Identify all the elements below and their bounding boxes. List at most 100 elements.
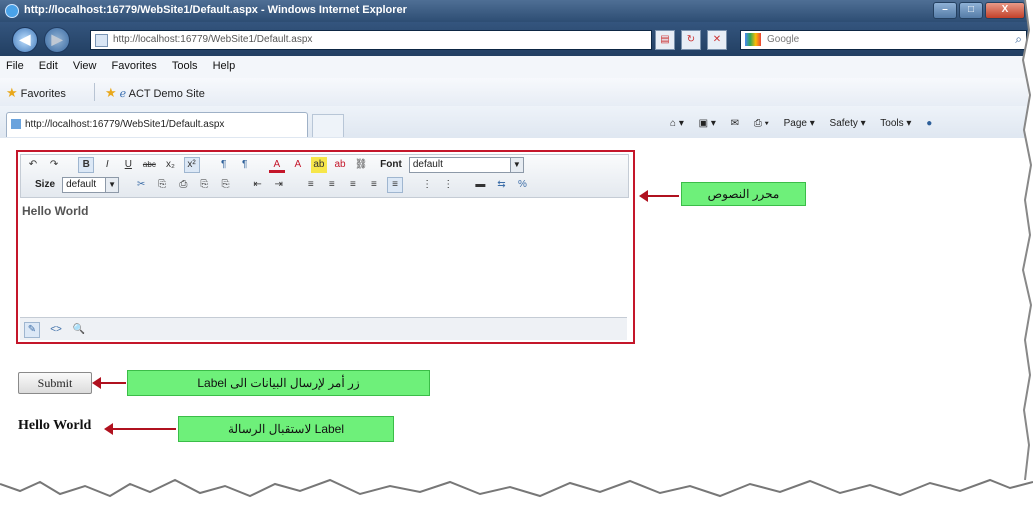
bullet-list-icon[interactable]: ⋮ xyxy=(440,177,456,193)
bold-icon[interactable]: B xyxy=(78,157,95,173)
size-select[interactable]: default ▼ xyxy=(62,177,120,193)
toolbar-row-2: Size default ▼ ✂ ⎘ ⎙ ⎘ ⎘ ⇤ ⇥ ≡ ≡ ≡ ≡ ≡ ⋮… xyxy=(25,177,532,195)
new-tab-button[interactable] xyxy=(312,114,344,137)
paste-icon[interactable]: ⎙ xyxy=(175,177,191,193)
horizontal-rule-icon[interactable]: ▬ xyxy=(472,177,488,193)
redo-icon[interactable]: ↷ xyxy=(46,157,62,173)
ltr-rtl-icon[interactable]: ⇆ xyxy=(493,177,509,193)
favorites-bar: ★ Favorites ★ ℯ ACT Demo Site xyxy=(0,78,1028,107)
tab-default[interactable]: http://localhost:16779/WebSite1/Default.… xyxy=(6,112,308,137)
menu-tools[interactable]: Tools xyxy=(172,60,198,72)
html-editor: ↶ ↷ B I U abc x₂ x² ¶ ¶ A A ab ab ⛓ Font… xyxy=(16,150,635,344)
outdent-icon[interactable]: ⇤ xyxy=(250,177,266,193)
clear-color-icon[interactable]: A xyxy=(290,157,306,173)
command-bar: ⌂ ▾ ▣ ▾ ✉ ⎙ ▾ Page ▾ Safety ▾ Tools ▾ ● xyxy=(670,118,944,129)
copy-icon[interactable]: ⎘ xyxy=(154,177,170,193)
help-icon[interactable]: ● xyxy=(926,118,932,129)
google-logo-icon xyxy=(745,33,761,46)
refresh-icon[interactable]: ↻ xyxy=(681,30,701,50)
back-arrow-icon[interactable]: ◀ xyxy=(12,27,38,53)
menu-edit[interactable]: Edit xyxy=(39,60,58,72)
submit-callout-arrow xyxy=(92,377,126,389)
minimize-button[interactable]: – xyxy=(933,2,957,19)
rtl-icon[interactable]: ¶ xyxy=(237,157,253,173)
back-color-icon[interactable]: ab xyxy=(310,157,327,173)
hyperlink-icon[interactable]: ⛓ xyxy=(353,157,369,173)
size-label: Size xyxy=(35,179,56,190)
paste-word-icon[interactable]: ⎘ xyxy=(217,177,233,193)
menu-help[interactable]: Help xyxy=(213,60,236,72)
font-select[interactable]: default ▼ xyxy=(408,157,524,173)
paste-text-icon[interactable]: ⎘ xyxy=(196,177,212,193)
home-icon[interactable]: ⌂ ▾ xyxy=(670,118,684,129)
result-label: Hello World xyxy=(18,418,92,433)
safety-menu[interactable]: Safety ▾ xyxy=(830,118,866,129)
menu-favorites[interactable]: Favorites xyxy=(112,60,157,72)
address-row: ◀ ▶ http://localhost:16779/WebSite1/Defa… xyxy=(0,22,1028,56)
clear-back-color-icon[interactable]: ab xyxy=(332,157,348,173)
align-right-icon[interactable]: ≡ xyxy=(345,177,361,193)
page-icon xyxy=(95,34,108,47)
ltr-icon[interactable]: ¶ xyxy=(216,157,232,173)
preview-mode-icon[interactable]: 🔍 xyxy=(72,323,86,337)
align-justify-icon[interactable]: ≡ xyxy=(366,177,382,193)
tab-label: http://localhost:16779/WebSite1/Default.… xyxy=(25,119,225,130)
stop-icon[interactable]: ✕ xyxy=(707,30,727,50)
forward-arrow-icon[interactable]: ▶ xyxy=(44,27,70,53)
torn-edge-decoration xyxy=(0,478,1033,511)
tools-menu[interactable]: Tools ▾ xyxy=(880,118,911,129)
page-menu[interactable]: Page ▾ xyxy=(784,118,815,129)
favorites-link-label: ACT Demo Site xyxy=(128,88,205,100)
star-icon: ★ xyxy=(6,85,18,100)
print-icon[interactable]: ⎙ ▾ xyxy=(754,118,769,129)
align-center-icon[interactable]: ≡ xyxy=(324,177,340,193)
align-left-icon[interactable]: ≡ xyxy=(303,177,319,193)
search-placeholder: Google xyxy=(767,34,800,45)
undo-icon[interactable]: ↶ xyxy=(25,157,41,173)
menu-file[interactable]: File xyxy=(6,60,24,72)
tab-row: http://localhost:16779/WebSite1/Default.… xyxy=(0,106,1028,139)
browser-window: http://localhost:16779/WebSite1/Default.… xyxy=(0,0,1028,495)
design-mode-icon[interactable]: ✎ xyxy=(24,322,40,338)
strikethrough-icon[interactable]: abc xyxy=(141,157,157,173)
title-bar: http://localhost:16779/WebSite1/Default.… xyxy=(0,0,1028,22)
cut-icon[interactable]: ✂ xyxy=(133,177,149,193)
compatibility-icon[interactable]: ▤ xyxy=(655,30,675,50)
tab-page-icon xyxy=(11,119,21,129)
search-input[interactable]: Google ⌕ xyxy=(740,30,1027,50)
underline-icon[interactable]: U xyxy=(120,157,136,173)
html-mode-icon[interactable]: <> xyxy=(49,323,63,337)
favorites-button[interactable]: ★ Favorites xyxy=(6,85,66,101)
submit-button[interactable]: Submit xyxy=(18,372,92,394)
editor-mode-bar: ✎ <> 🔍 xyxy=(20,317,627,340)
address-input[interactable]: http://localhost:16779/WebSite1/Default.… xyxy=(90,30,652,50)
superscript-icon[interactable]: x² xyxy=(183,157,200,173)
label-callout-arrow xyxy=(104,423,176,435)
editor-content[interactable]: Hello World xyxy=(22,204,88,218)
size-select-value: default xyxy=(66,179,97,190)
indent-icon[interactable]: ⇥ xyxy=(271,177,287,193)
ie-logo-icon xyxy=(5,4,19,18)
editor-toolbar: ↶ ↷ B I U abc x₂ x² ¶ ¶ A A ab ab ⛓ Font… xyxy=(20,154,629,198)
maximize-button[interactable]: □ xyxy=(959,2,983,19)
editor-callout-arrow xyxy=(639,190,679,202)
chevron-down-icon: ▼ xyxy=(105,178,119,192)
italic-icon[interactable]: I xyxy=(99,157,115,173)
ordered-list-icon[interactable]: ⋮ xyxy=(419,177,435,193)
torn-right-edge-decoration xyxy=(1021,0,1033,480)
menu-bar: File Edit View Favorites Tools Help xyxy=(0,56,1028,79)
chevron-down-icon: ▼ xyxy=(509,158,523,172)
fore-color-icon[interactable]: A xyxy=(268,157,285,173)
window-title: http://localhost:16779/WebSite1/Default.… xyxy=(24,4,407,16)
menu-view[interactable]: View xyxy=(73,60,97,72)
favorites-link-act[interactable]: ★ ℯ ACT Demo Site xyxy=(105,85,205,101)
favorites-divider xyxy=(94,83,95,101)
favorites-label: Favorites xyxy=(20,88,66,100)
subscript-icon[interactable]: x₂ xyxy=(162,157,178,173)
page-content: ↶ ↷ B I U abc x₂ x² ¶ ¶ A A ab ab ⛓ Font… xyxy=(0,138,1028,495)
feeds-icon[interactable]: ▣ ▾ xyxy=(699,118,716,129)
align-none-icon[interactable]: ≡ xyxy=(387,177,404,193)
mail-icon[interactable]: ✉ xyxy=(731,118,739,129)
editor-callout: محرر النصوص xyxy=(681,182,806,206)
percent-icon[interactable]: % xyxy=(514,177,530,193)
